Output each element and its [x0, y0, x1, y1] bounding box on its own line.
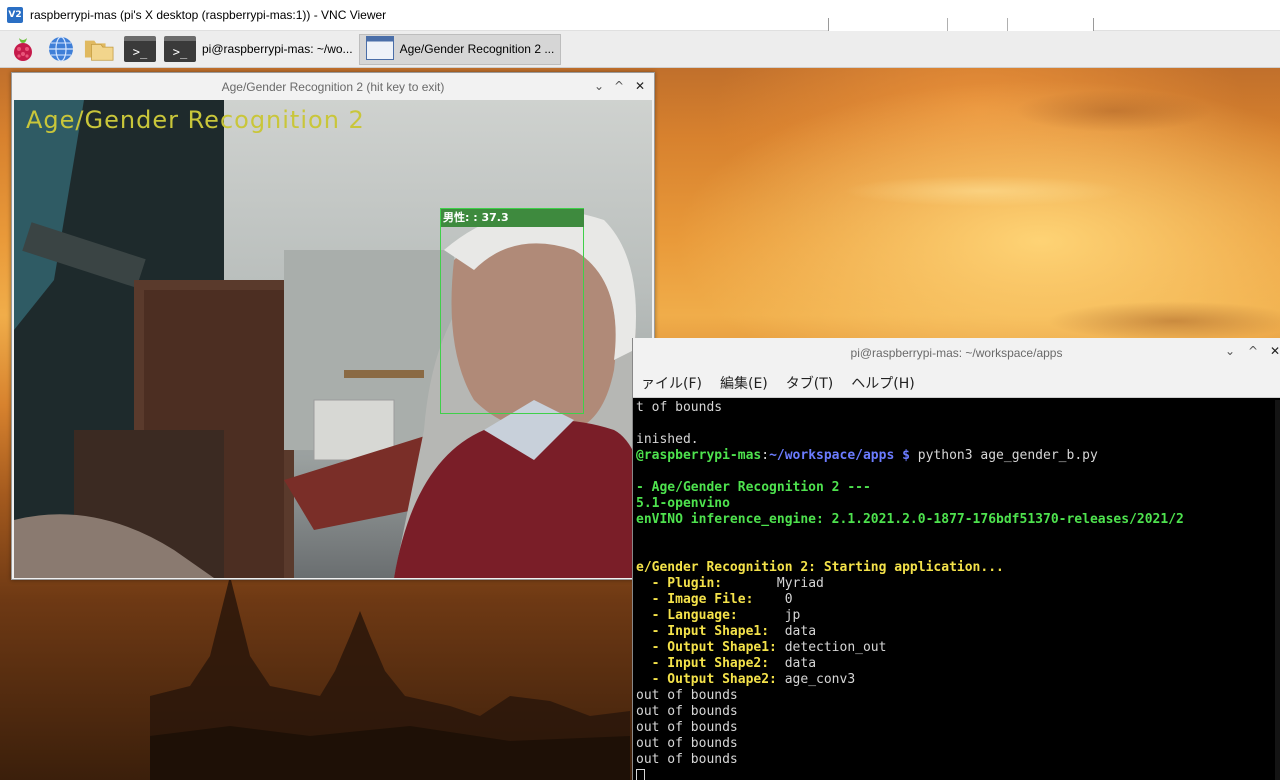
param-value: age_conv3: [784, 672, 856, 687]
menu-edit[interactable]: 編集(E): [720, 373, 768, 393]
param-key: - Input Shape1:: [636, 624, 770, 639]
param-key: - Output Shape1:: [636, 640, 777, 655]
taskbar-task-terminal[interactable]: >_ pi@raspberrypi-mas: ~/wo...: [158, 34, 359, 65]
prompt-separator: :: [761, 448, 770, 463]
window-titlebar[interactable]: Age/Gender Recognition 2 (hit key to exi…: [12, 73, 654, 100]
terminal-line: - Age/Gender Recognition 2 ---: [636, 480, 871, 495]
taskbar-task-age-gender[interactable]: Age/Gender Recognition 2 ...: [358, 33, 562, 65]
window-titlebar[interactable]: pi@raspberrypi-mas: ~/workspace/apps ⌄ ^…: [633, 338, 1280, 368]
terminal-icon: >_: [164, 36, 196, 62]
pagoda-silhouette: [150, 576, 630, 780]
terminal-scrollbar[interactable]: [1275, 400, 1280, 780]
vnc-titlebar: V2 raspberrypi-mas (pi's X desktop (rasp…: [0, 0, 1280, 32]
param-key: - Input Shape2:: [636, 656, 770, 671]
terminal-line: out of bounds: [636, 704, 738, 719]
param-value: jp: [784, 608, 801, 623]
param-key: - Output Shape2:: [636, 672, 777, 687]
terminal-line: 5.1-openvino: [636, 496, 730, 511]
param-key: - Language:: [636, 608, 738, 623]
param-line: - Output Shape1: detection_out: [636, 640, 1277, 656]
close-button[interactable]: ✕: [631, 77, 649, 95]
window-icon: [365, 35, 394, 63]
terminal-line: out of bounds: [636, 720, 738, 735]
menu-file[interactable]: ァイル(F): [641, 373, 702, 393]
window-title: Age/Gender Recognition 2 (hit key to exi…: [221, 79, 445, 94]
param-line: - Output Shape2: age_conv3: [636, 672, 1277, 688]
terminal-line: out of bounds: [636, 736, 738, 751]
prompt-host: @raspberrypi-mas: [636, 448, 762, 463]
param-value: detection_out: [784, 640, 887, 655]
maximize-button[interactable]: ^: [610, 77, 628, 95]
param-key: - Plugin:: [636, 576, 723, 591]
param-line: - Language: jp: [636, 608, 1277, 624]
param-value: data: [784, 624, 817, 639]
menu-help[interactable]: ヘルプ(H): [851, 373, 914, 393]
terminal-line: out of bounds: [636, 688, 738, 703]
terminal-line: enVINO inference_engine: 2.1.2021.2.0-18…: [636, 512, 1184, 527]
taskbar: >_ >_ pi@raspberrypi-mas: ~/wo... Age/Ge…: [0, 31, 1280, 68]
raspberry-menu-icon[interactable]: [8, 34, 38, 64]
terminal-line: out of bounds: [636, 752, 738, 767]
vnc-logo-icon: V2: [7, 7, 23, 23]
taskbar-task-label: Age/Gender Recognition 2 ...: [399, 42, 555, 56]
param-value: Myriad: [776, 576, 824, 591]
face-detection-box: 男性: : 37.3: [440, 208, 584, 414]
terminal-window: pi@raspberrypi-mas: ~/workspace/apps ⌄ ^…: [632, 338, 1280, 780]
minimize-button[interactable]: ⌄: [1221, 342, 1239, 360]
prompt-path: ~/workspace/apps $: [769, 448, 910, 463]
camera-feed: Age/Gender Recognition 2 男性: : 37.3: [14, 100, 652, 578]
terminal-line: t of bounds: [636, 400, 723, 415]
vnc-toolbar-handle[interactable]: [828, 18, 1094, 32]
menu-tabs[interactable]: タブ(T): [786, 373, 833, 393]
param-value: 0: [784, 592, 793, 607]
file-manager-icon[interactable]: [84, 34, 114, 64]
param-value: data: [784, 656, 817, 671]
close-button[interactable]: ✕: [1266, 342, 1280, 360]
param-key: - Image File:: [636, 592, 754, 607]
terminal-menubar: ァイル(F) 編集(E) タブ(T) ヘルプ(H): [633, 368, 1280, 398]
overlay-title: Age/Gender Recognition 2: [26, 106, 365, 134]
param-line: - Image File: 0: [636, 592, 1277, 608]
taskbar-task-label: pi@raspberrypi-mas: ~/wo...: [202, 42, 353, 56]
param-line: - Input Shape2: data: [636, 656, 1277, 672]
age-gender-window: Age/Gender Recognition 2 (hit key to exi…: [11, 72, 655, 580]
window-title: pi@raspberrypi-mas: ~/workspace/apps: [850, 346, 1063, 360]
face-label: 男性: : 37.3: [441, 209, 584, 227]
param-line: - Input Shape1: data: [636, 624, 1277, 640]
minimize-button[interactable]: ⌄: [590, 77, 608, 95]
terminal-output[interactable]: t of bounds inished. @raspberrypi-mas:~/…: [633, 400, 1277, 780]
terminal-cursor: [636, 768, 645, 780]
web-browser-icon[interactable]: [46, 34, 76, 64]
terminal-line: e/Gender Recognition 2: Starting applica…: [636, 560, 1004, 575]
maximize-button[interactable]: ^: [1244, 342, 1262, 360]
sky-clouds: [654, 71, 1280, 341]
terminal-launcher-icon[interactable]: >_: [122, 34, 158, 64]
prompt-command: python3 age_gender_b.py: [909, 448, 1098, 463]
terminal-line: inished.: [636, 432, 699, 447]
param-line: - Plugin: Myriad: [636, 576, 1277, 592]
terminal-prompt-line: @raspberrypi-mas:~/workspace/apps $ pyth…: [636, 448, 1277, 464]
vnc-window-title: raspberrypi-mas (pi's X desktop (raspber…: [30, 8, 387, 22]
